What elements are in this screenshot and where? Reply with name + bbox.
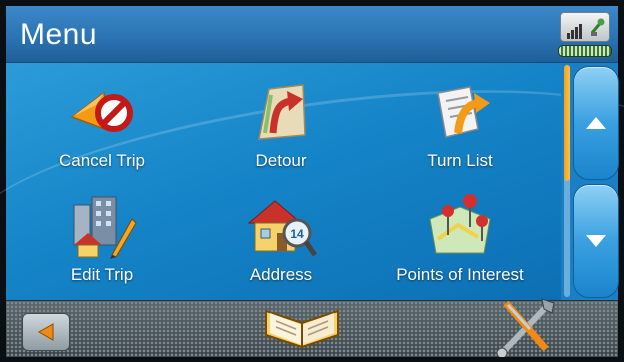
- menu-grid: Cancel Trip Detour Turn List Edit Trip 1…: [6, 63, 561, 300]
- menu-item-label: Turn List: [427, 151, 493, 170]
- battery-icon: [558, 45, 612, 57]
- menu-item-label: Address: [249, 265, 313, 284]
- header-bar: Menu: [6, 6, 618, 63]
- status-widget[interactable]: [558, 12, 612, 57]
- arrow-down-icon: [586, 235, 606, 247]
- scroll-down-button[interactable]: [573, 184, 619, 298]
- menu-item-edit-trip[interactable]: Edit Trip: [22, 185, 182, 293]
- scroll-thumb[interactable]: [564, 65, 570, 181]
- settings-tools-button[interactable]: [494, 295, 558, 357]
- menu-item-label: Points of Interest: [396, 265, 524, 284]
- footer-toolbar: [6, 298, 618, 357]
- address-number: 14: [290, 227, 304, 241]
- address-icon: 14: [247, 200, 317, 257]
- menu-item-label: Edit Trip: [70, 265, 134, 284]
- turn-list-icon: [437, 86, 490, 138]
- navigation-screen: Menu Cancel Trip Detour Turn List Edit T…: [0, 0, 624, 362]
- scroll-up-button[interactable]: [573, 66, 619, 180]
- signal-bars-icon: [567, 24, 582, 39]
- manual-book-button[interactable]: [258, 295, 346, 357]
- signal-status-box: [560, 12, 610, 42]
- menu-item-label: Cancel Trip: [59, 151, 145, 170]
- edit-trip-icon: [73, 196, 137, 259]
- back-arrow-icon: [37, 323, 54, 341]
- menu-item-turn-list[interactable]: Turn List: [380, 71, 540, 179]
- menu-item-cancel-trip[interactable]: Cancel Trip: [22, 71, 182, 179]
- page-title: Menu: [20, 18, 98, 51]
- satellite-icon: [590, 18, 605, 36]
- menu-item-label: Detour: [255, 151, 307, 170]
- menu-item-points-of-interest[interactable]: Points of Interest: [380, 185, 540, 293]
- menu-item-address[interactable]: 14 Address: [201, 185, 361, 293]
- scrollbar[interactable]: [561, 63, 619, 300]
- cancel-trip-icon: [70, 91, 133, 133]
- back-button[interactable]: [22, 313, 70, 351]
- arrow-up-icon: [586, 117, 606, 129]
- points-of-interest-icon: [429, 194, 491, 254]
- detour-icon: [258, 84, 306, 140]
- menu-item-detour[interactable]: Detour: [201, 71, 361, 179]
